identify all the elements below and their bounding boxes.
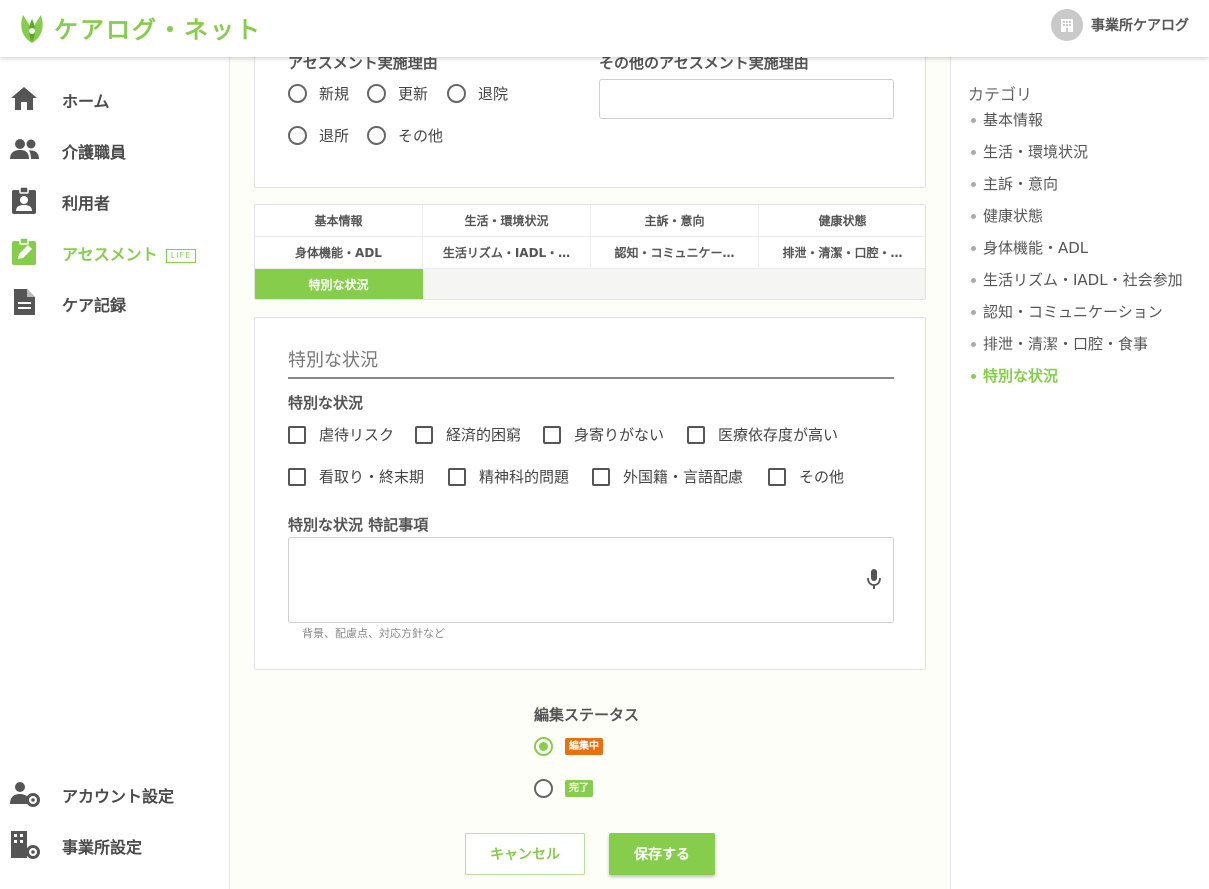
notes-label: 特別な状況 特記事項 xyxy=(288,516,429,534)
sidebar-item-label: 介護職員 xyxy=(62,143,127,162)
notes-hint: 背景、配慮点、対応方針など xyxy=(302,627,445,640)
tab-special-circumstances[interactable]: 特別な状況 xyxy=(255,269,423,299)
category-link-basic-info[interactable]: 基本情報 xyxy=(971,109,1043,130)
building-icon xyxy=(1051,9,1083,41)
category-link-life-rhythm-iadl[interactable]: 生活リズム・IADL・社会参加 xyxy=(971,269,1183,290)
check-financial-hardship[interactable]: 経済的困窮 xyxy=(415,424,521,445)
main-content: アセスメント実施理由 新規 更新 退院 退所 その他 その他のアセスメント実施理… xyxy=(230,51,950,889)
check-end-of-life[interactable]: 看取り・終末期 xyxy=(288,466,424,487)
radio-button[interactable] xyxy=(288,126,307,145)
category-link-living-environment[interactable]: 生活・環境状況 xyxy=(971,141,1088,162)
checkbox[interactable] xyxy=(687,425,705,444)
logo-leaf-icon xyxy=(18,9,46,45)
edit-status-label: 編集ステータス xyxy=(534,706,640,724)
sidebar-item-account-settings[interactable]: アカウント設定 xyxy=(0,771,229,815)
checkbox[interactable] xyxy=(288,425,306,444)
reason-option-other[interactable]: その他 xyxy=(367,125,443,146)
office-name: 事業所ケアログ xyxy=(1091,18,1189,34)
check-no-relatives[interactable]: 身寄りがない xyxy=(543,424,664,445)
home-icon xyxy=(10,84,38,112)
radio-button[interactable] xyxy=(367,126,386,145)
tab-physical-adl[interactable]: 身体機能・ADL xyxy=(255,237,423,269)
category-tabs: 基本情報 生活・環境状況 主訴・意向 健康状態 身体機能・ADL 生活リズム・I… xyxy=(254,204,926,300)
status-option-done[interactable]: 完了 xyxy=(534,779,593,798)
checkbox[interactable] xyxy=(592,467,610,486)
sidebar-item-label: 事業所設定 xyxy=(62,838,143,857)
life-badge: LIFE xyxy=(165,248,197,263)
check-foreign-language[interactable]: 外国籍・言語配慮 xyxy=(592,466,743,487)
reason-option-leave-facility[interactable]: 退所 xyxy=(288,125,349,146)
status-badge-editing: 編集中 xyxy=(565,738,603,755)
check-psychiatric-issues[interactable]: 精神科的問題 xyxy=(448,466,569,487)
radio-button[interactable] xyxy=(367,84,386,103)
reason-option-new[interactable]: 新規 xyxy=(288,83,349,104)
tab-complaints-wishes[interactable]: 主訴・意向 xyxy=(591,205,759,237)
category-link-special-circumstances[interactable]: 特別な状況 xyxy=(971,365,1058,386)
sidebar-item-label: アセスメント LIFE xyxy=(62,241,197,265)
check-high-medical-dependency[interactable]: 医療依存度が高い xyxy=(687,424,838,445)
category-link-complaints-wishes[interactable]: 主訴・意向 xyxy=(971,173,1058,194)
office-menu[interactable]: 事業所ケアログ xyxy=(1051,9,1189,41)
checklist-label: 特別な状況 xyxy=(288,394,364,412)
cancel-button[interactable]: キャンセル xyxy=(465,833,585,875)
microphone-icon[interactable] xyxy=(867,569,881,595)
tab-excretion-hygiene[interactable]: 排泄・清潔・口腔・… xyxy=(759,237,925,269)
account-settings-icon xyxy=(10,779,40,807)
section-title: 特別な状況 xyxy=(288,346,894,379)
radio-button[interactable] xyxy=(447,84,466,103)
special-circumstances-card: 特別な状況 特別な状況 虐待リスク 経済的困窮 身寄りがない 医療依存度が高い … xyxy=(254,317,926,670)
checkbox[interactable] xyxy=(415,425,433,444)
category-link-physical-adl[interactable]: 身体機能・ADL xyxy=(971,237,1088,258)
office-settings-icon xyxy=(10,830,40,859)
category-link-excretion-hygiene[interactable]: 排泄・清潔・口腔・食事 xyxy=(971,333,1148,354)
status-badge-done: 完了 xyxy=(565,780,593,797)
assessment-reason-card: アセスメント実施理由 新規 更新 退院 退所 その他 その他のアセスメント実施理… xyxy=(254,51,926,188)
category-title: カテゴリ xyxy=(968,85,1033,104)
document-icon xyxy=(10,288,38,316)
checkbox[interactable] xyxy=(288,467,306,486)
status-option-editing[interactable]: 編集中 xyxy=(534,737,603,756)
sidebar-item-label: ケア記録 xyxy=(62,296,127,315)
save-button[interactable]: 保存する xyxy=(609,833,715,875)
checkbox[interactable] xyxy=(543,425,561,444)
category-link-health-status[interactable]: 健康状態 xyxy=(971,205,1043,226)
radio-button[interactable] xyxy=(534,779,553,798)
sidebar-item-label: 利用者 xyxy=(62,194,111,213)
sidebar-item-office-settings[interactable]: 事業所設定 xyxy=(0,822,229,866)
sidebar-item-staff[interactable]: 介護職員 xyxy=(0,127,229,171)
other-reason-input[interactable] xyxy=(599,79,894,119)
checkbox[interactable] xyxy=(448,467,466,486)
user-badge-icon xyxy=(10,186,38,214)
sidebar: ホーム 介護職員 利用者 アセスメント LIFE ケア記録 アカウント設定 事業… xyxy=(0,57,230,889)
sidebar-item-care-records[interactable]: ケア記録 xyxy=(0,280,229,324)
edit-note-icon xyxy=(10,237,38,265)
staff-icon xyxy=(10,135,39,163)
check-abuse-risk[interactable]: 虐待リスク xyxy=(288,424,394,445)
sidebar-item-label: アカウント設定 xyxy=(62,787,175,806)
sidebar-item-assessment[interactable]: アセスメント LIFE xyxy=(0,229,229,273)
category-panel: カテゴリ 基本情報 生活・環境状況 主訴・意向 健康状態 身体機能・ADL 生活… xyxy=(950,57,1209,889)
category-link-cognition-communication[interactable]: 認知・コミュニケーション xyxy=(971,301,1163,322)
reason-option-discharge[interactable]: 退院 xyxy=(447,83,508,104)
tab-basic-info[interactable]: 基本情報 xyxy=(255,205,423,237)
check-other[interactable]: その他 xyxy=(768,466,844,487)
sidebar-item-label: ホーム xyxy=(62,92,110,111)
radio-button[interactable] xyxy=(288,84,307,103)
sidebar-item-users[interactable]: 利用者 xyxy=(0,178,229,222)
tab-life-rhythm-iadl[interactable]: 生活リズム・IADL・… xyxy=(423,237,591,269)
tab-cognition-communication[interactable]: 認知・コミュニケー… xyxy=(591,237,759,269)
checkbox[interactable] xyxy=(768,467,786,486)
radio-button[interactable] xyxy=(534,737,553,756)
reason-option-renewal[interactable]: 更新 xyxy=(367,83,428,104)
notes-textarea[interactable] xyxy=(288,537,894,623)
tab-health-status[interactable]: 健康状態 xyxy=(759,205,925,237)
sidebar-item-home[interactable]: ホーム xyxy=(0,76,229,120)
app-title[interactable]: ケアログ・ネット xyxy=(54,10,262,45)
app-header: ケアログ・ネット 事業所ケアログ xyxy=(0,0,1209,57)
tab-living-environment[interactable]: 生活・環境状況 xyxy=(423,205,591,237)
